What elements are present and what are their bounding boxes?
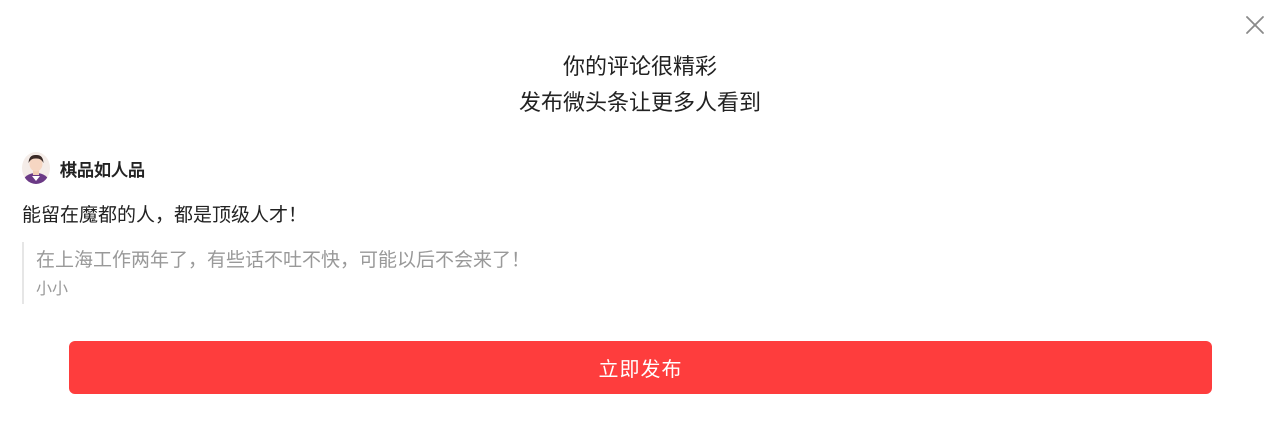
quoted-article-author: 小小 <box>36 279 69 298</box>
comment-text: 能留在魔都的人，都是顶级人才！ <box>22 204 308 226</box>
dialog-headline: 你的评论很精彩 发布微头条让更多人看到 <box>0 50 1280 122</box>
avatar <box>22 152 50 184</box>
quoted-article-title: 在上海工作两年了，有些话不吐不快，可能以后不会来了！ <box>36 249 531 271</box>
headline-line-1: 你的评论很精彩 <box>562 55 717 80</box>
publish-dialog: 你的评论很精彩 发布微头条让更多人看到 棋品如人品 能留在魔都的人，都是顶级人才… <box>0 0 1280 424</box>
user-avatar-icon <box>22 152 50 184</box>
author-row: 棋品如人品 <box>22 152 145 184</box>
close-icon <box>1246 16 1264 34</box>
close-button[interactable] <box>1242 12 1268 38</box>
headline-line-2: 发布微头条让更多人看到 <box>518 91 761 116</box>
author-name: 棋品如人品 <box>60 160 145 181</box>
quoted-article[interactable]: 在上海工作两年了，有些话不吐不快，可能以后不会来了！ 小小 <box>22 242 530 304</box>
publish-button[interactable]: 立即发布 <box>69 341 1212 394</box>
